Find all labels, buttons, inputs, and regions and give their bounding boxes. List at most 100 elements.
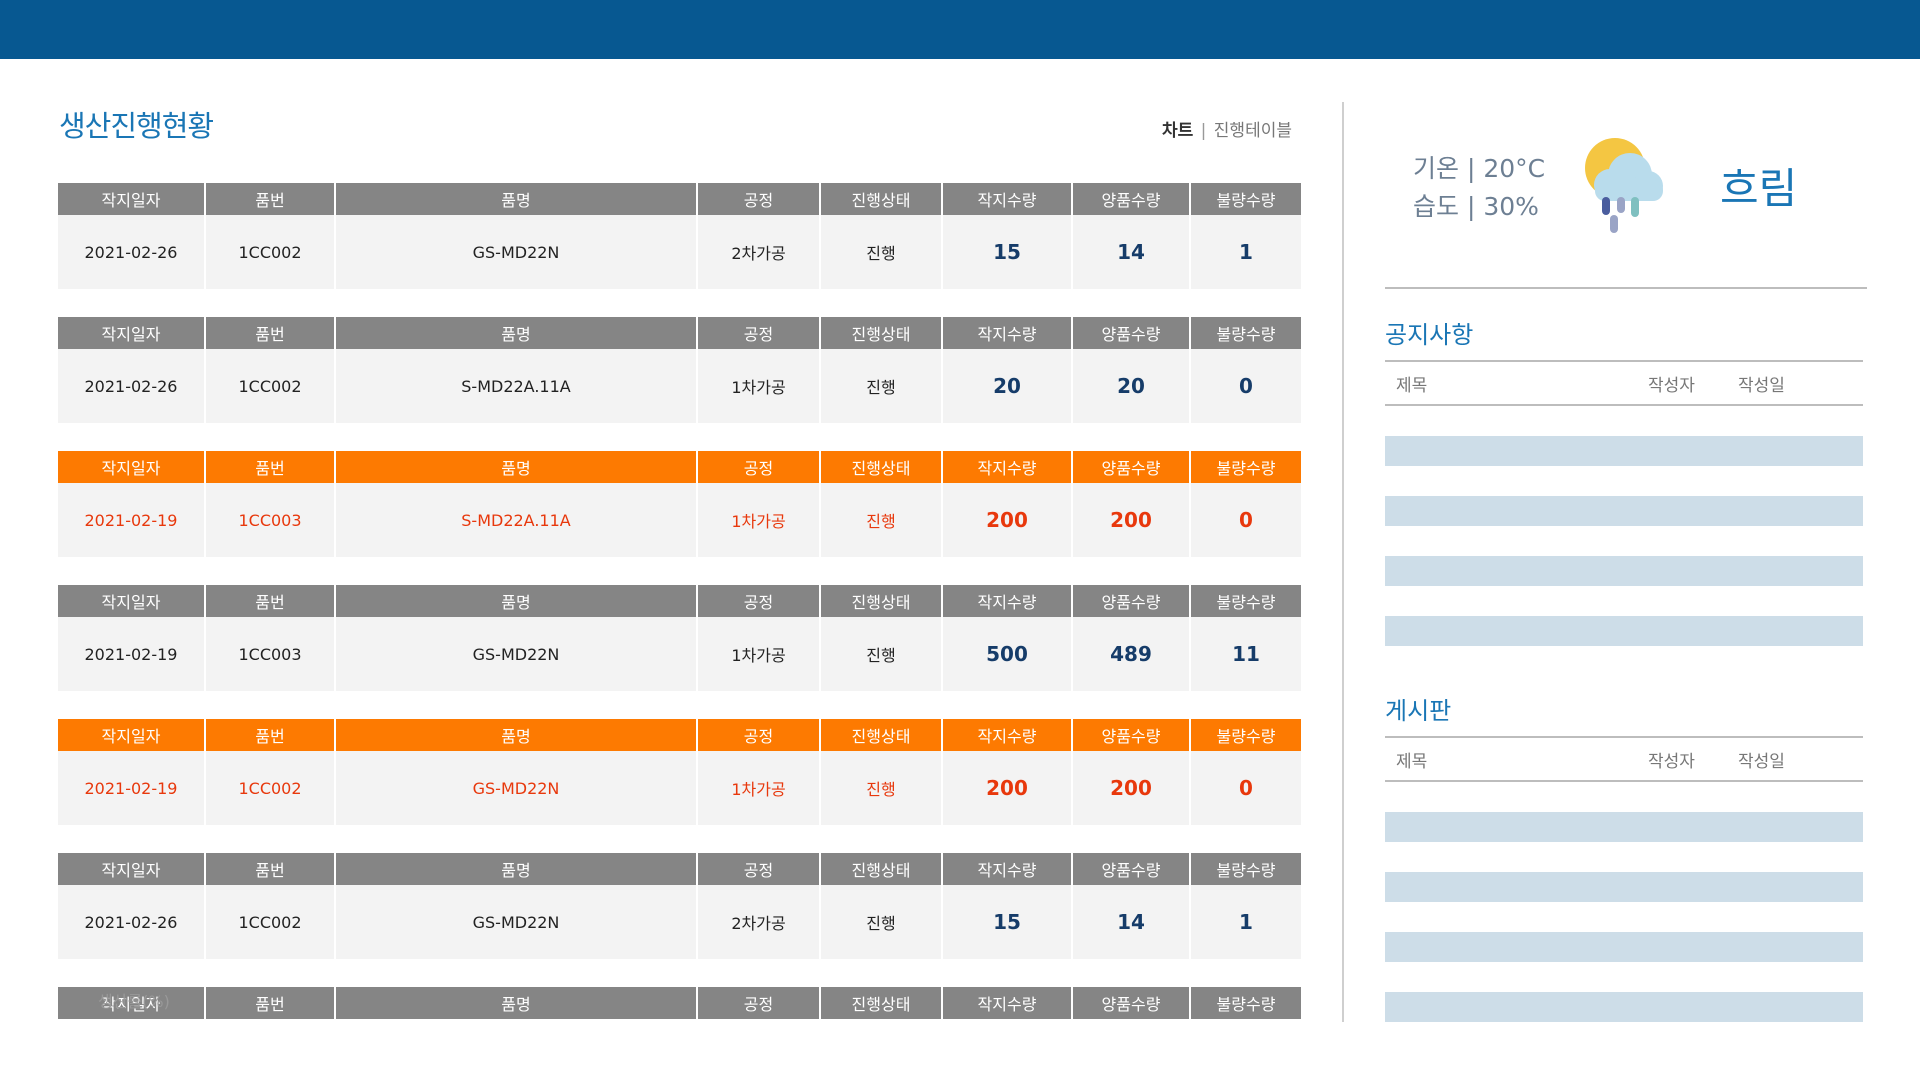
- board-panel: 게시판 제목 작성자 작성일: [1385, 691, 1863, 1022]
- table-header: 작지일자 품번 품명 공정 진행상태 작지수량 양품수량 불량수량: [58, 183, 1301, 215]
- header-cell: 품번: [206, 585, 336, 617]
- board-row[interactable]: [1385, 872, 1863, 902]
- cell-good-qty: 200: [1073, 483, 1191, 557]
- table-row[interactable]: 2021-02-26 1CC002 S-MD22A.11A 1차가공 진행 20 20 0: [58, 349, 1301, 423]
- table-row[interactable]: 2021-02-19 1CC003 GS-MD22N 1차가공 진행 500 489 11: [58, 617, 1301, 691]
- board-row[interactable]: [1385, 812, 1863, 842]
- header-cell: 품명: [336, 585, 698, 617]
- header-cell: 공정: [698, 317, 821, 349]
- notice-col-title: 제목: [1396, 375, 1428, 396]
- board-row[interactable]: [1385, 932, 1863, 962]
- cell-defect-qty: 1: [1239, 910, 1253, 934]
- header-cell: 불량수량: [1216, 995, 1276, 1014]
- cell-order-qty: 500: [943, 617, 1073, 691]
- header-cell: 작지수량: [943, 317, 1073, 349]
- cell-part-no: 1CC002: [206, 215, 336, 289]
- production-block: 작지일자 품번 품명 공정 진행상태 작지수량 양품수량 불량수량 2021-02-19 1CC0…: [58, 585, 1301, 691]
- header-cell: 품명: [336, 317, 698, 349]
- cell-part-name: S-MD22A.11A: [336, 349, 698, 423]
- header-cell: 불량수량: [1216, 593, 1276, 612]
- cell-order-qty: 200: [943, 483, 1073, 557]
- cell-process: 2차가공: [698, 885, 821, 959]
- table-header: 작지일자 품번 품명 공정 진행상태 작지수량 양품수량 불량수량: [58, 853, 1301, 885]
- table-row[interactable]: 2021-02-19 1CC002 GS-MD22N 1차가공 진행 200 200 0: [58, 751, 1301, 825]
- cell-part-no: 1CC002: [206, 885, 336, 959]
- cell-process: 1차가공: [698, 751, 821, 825]
- production-block: 작지일자 품번 품명 공정 진행상태 작지수량 양품수량 불량수량 2021-02-26 1CC0…: [58, 853, 1301, 959]
- cell-good-qty: 489: [1073, 617, 1191, 691]
- cell-date: 2021-02-19: [58, 483, 206, 557]
- cell-good-qty: 14: [1073, 885, 1191, 959]
- header-cell: 작지수량: [943, 987, 1073, 1019]
- cell-process: 2차가공: [698, 215, 821, 289]
- header-cell: 양품수량: [1073, 853, 1191, 885]
- header-cell: 품번: [206, 719, 336, 751]
- weather-info: 기온 | 20°C 습도 | 30%: [1413, 150, 1545, 226]
- header-cell: 품번: [206, 987, 336, 1019]
- notice-row[interactable]: [1385, 556, 1863, 586]
- cell-order-qty: 15: [943, 885, 1073, 959]
- table-toggle-link[interactable]: 진행테이블: [1214, 121, 1292, 141]
- board-row[interactable]: [1385, 992, 1863, 1022]
- notice-col-author: 작성자: [1648, 375, 1695, 396]
- header-cell: 진행상태: [821, 451, 943, 483]
- board-title: 게시판: [1385, 697, 1452, 725]
- table-header: 작지일자 품번 품명 공정 진행상태 작지수량 양품수량 불량수량: [58, 719, 1301, 751]
- header-cell: 품명: [336, 183, 698, 215]
- cell-status: 진행: [821, 215, 943, 289]
- cell-status: 진행: [821, 885, 943, 959]
- notice-panel: 공지사항 제목 작성자 작성일: [1385, 315, 1863, 646]
- notice-row[interactable]: [1385, 496, 1863, 526]
- header-cell: 양품수량: [1073, 317, 1191, 349]
- header-cell: 불량수량: [1216, 325, 1276, 344]
- header-cell: 품번: [206, 183, 336, 215]
- header-cell: 품번: [206, 853, 336, 885]
- table-header: 작지일자 품번 품명 공정 진행상태 작지수량 양품수량 불량수량: [58, 451, 1301, 483]
- header-cell: 불량수량: [1216, 459, 1276, 478]
- notice-row[interactable]: [1385, 616, 1863, 646]
- header-cell: 품명: [336, 451, 698, 483]
- board-header: 제목 작성자 작성일: [1385, 736, 1863, 782]
- header-cell: 진행상태: [821, 719, 943, 751]
- header-cell: 작지수량: [943, 183, 1073, 215]
- chart-toggle-link[interactable]: 차트: [1162, 121, 1193, 141]
- production-rate-label: 생산률(%): [98, 992, 170, 1011]
- table-row[interactable]: 2021-02-26 1CC002 GS-MD22N 2차가공 진행 15 14 1: [58, 885, 1301, 959]
- cell-date: 2021-02-26: [58, 215, 206, 289]
- production-block: 작지일자 품번 품명 공정 진행상태 작지수량 양품수량 불량수량 2021-02-26 1CC0…: [58, 317, 1301, 423]
- header-cell: 작지일자: [58, 585, 206, 617]
- header-cell: 진행상태: [821, 317, 943, 349]
- humidity-text: 습도 | 30%: [1413, 192, 1539, 221]
- cell-date: 2021-02-26: [58, 349, 206, 423]
- cell-date: 2021-02-26: [58, 885, 206, 959]
- table-row[interactable]: 2021-02-19 1CC003 S-MD22A.11A 1차가공 진행 200 200 0: [58, 483, 1301, 557]
- cell-order-qty: 200: [943, 751, 1073, 825]
- header-cell: 품명: [336, 719, 698, 751]
- header-cell: 양품수량: [1073, 585, 1191, 617]
- cell-status: 진행: [821, 349, 943, 423]
- cell-order-qty: 15: [943, 215, 1073, 289]
- cell-defect-qty: 11: [1232, 642, 1260, 666]
- header-cell: 작지일자: [58, 719, 206, 751]
- header-cell: 품번: [206, 451, 336, 483]
- cell-process: 1차가공: [698, 617, 821, 691]
- cell-part-name: GS-MD22N: [336, 215, 698, 289]
- cell-status: 진행: [821, 751, 943, 825]
- cell-part-no: 1CC003: [206, 483, 336, 557]
- table-row[interactable]: 2021-02-26 1CC002 GS-MD22N 2차가공 진행 15 14 1: [58, 215, 1301, 289]
- cell-defect-qty: 0: [1239, 374, 1253, 398]
- header-cell: 진행상태: [821, 585, 943, 617]
- header-cell: 공정: [698, 585, 821, 617]
- production-block: 작지일자 품번 품명 공정 진행상태 작지수량 양품수량 불량수량 2021-02-26 1CC0…: [58, 183, 1301, 289]
- cell-part-name: GS-MD22N: [336, 751, 698, 825]
- cell-date: 2021-02-19: [58, 617, 206, 691]
- header-cell: 작지일자: [58, 451, 206, 483]
- notice-row[interactable]: [1385, 436, 1863, 466]
- cell-defect-qty: 0: [1239, 776, 1253, 800]
- cell-good-qty: 20: [1073, 349, 1191, 423]
- header-cell: 공정: [698, 719, 821, 751]
- production-table-list: 작지일자 품번 품명 공정 진행상태 작지수량 양품수량 불량수량 2021-02-26 1CC0…: [58, 183, 1301, 1036]
- header-cell: 양품수량: [1073, 719, 1191, 751]
- vertical-divider: [1342, 102, 1344, 1022]
- board-col-date: 작성일: [1738, 751, 1785, 772]
